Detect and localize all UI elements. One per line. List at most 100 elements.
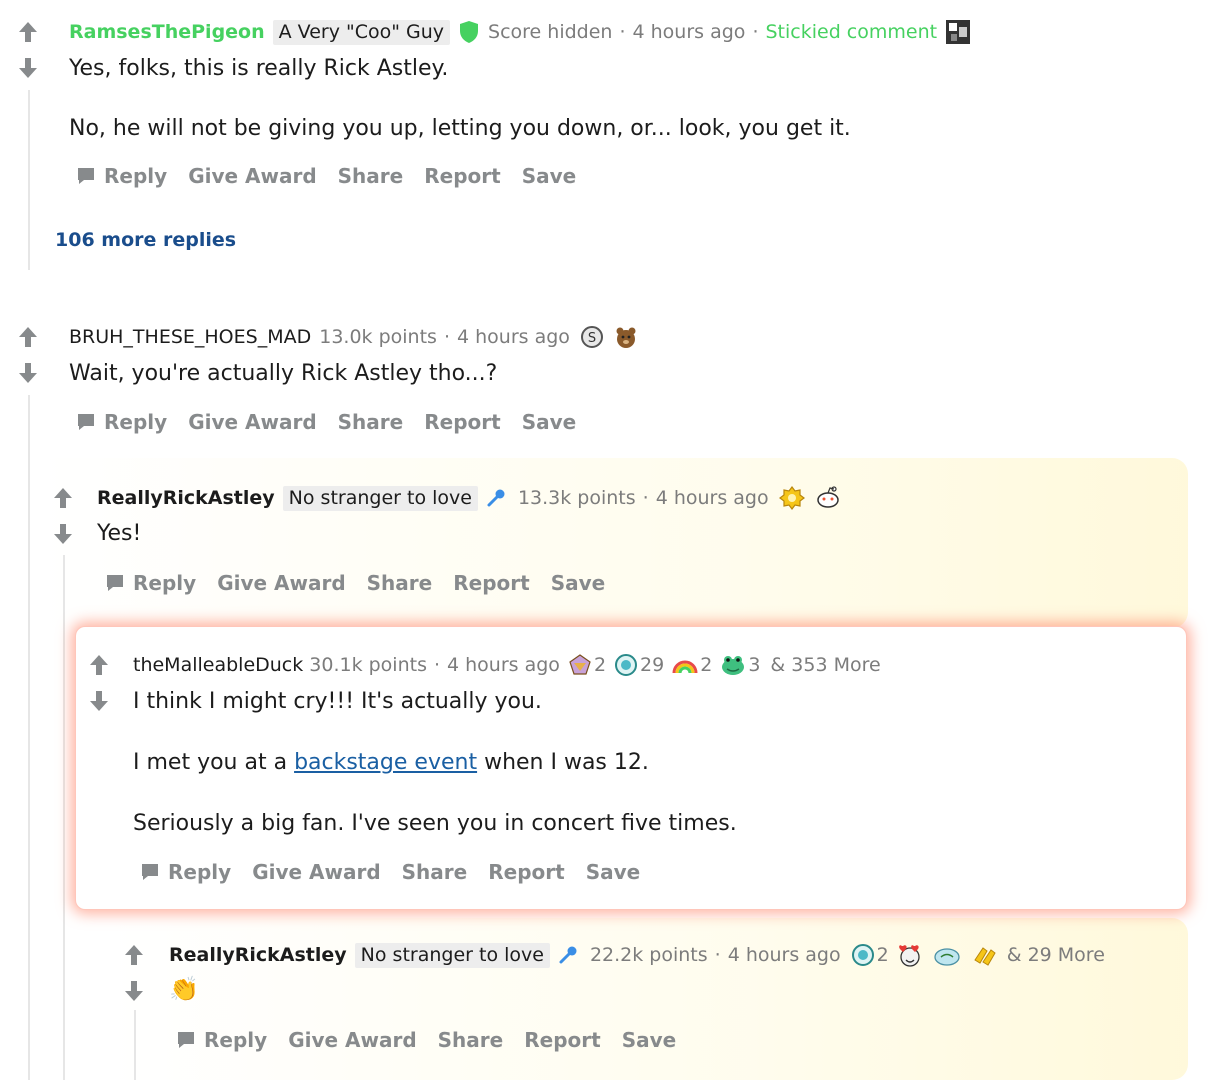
chat-bubble-icon xyxy=(78,168,94,184)
score: 30.1k points xyxy=(309,654,427,676)
save-button[interactable]: Save xyxy=(586,860,641,884)
give-award-button[interactable]: Give Award xyxy=(188,410,316,434)
username[interactable]: BRUH_THESE_HOES_MAD xyxy=(69,326,311,348)
score: 13.0k points xyxy=(319,326,437,348)
save-button[interactable]: Save xyxy=(551,571,606,595)
share-button[interactable]: Share xyxy=(402,860,468,884)
report-button[interactable]: Report xyxy=(424,164,500,188)
share-button[interactable]: Share xyxy=(338,410,404,434)
bear-award-icon[interactable] xyxy=(614,325,638,349)
helpful-award-icon[interactable] xyxy=(568,653,592,677)
microphone-icon xyxy=(559,946,577,964)
username[interactable]: RamsesThePigeon xyxy=(69,21,265,43)
reply-button[interactable]: Reply xyxy=(140,860,231,884)
timestamp[interactable]: 4 hours ago xyxy=(457,326,570,348)
thread-line-1[interactable] xyxy=(28,90,30,270)
microphone-icon xyxy=(487,489,505,507)
downvote-arrow-icon[interactable] xyxy=(89,690,109,712)
gold-award-icon[interactable] xyxy=(778,485,805,511)
chat-bubble-icon xyxy=(178,1032,194,1048)
body-text-segment: I met you at a xyxy=(133,750,295,775)
separator: · xyxy=(433,654,441,676)
chat-bubble-icon xyxy=(78,414,94,430)
comment-meta: ReallyRickAstley No stranger to love 22.… xyxy=(169,941,1105,969)
award-count: 2 xyxy=(593,654,607,676)
score: 22.2k points xyxy=(589,944,708,966)
svg-text:S: S xyxy=(588,331,596,346)
mod-shield-icon xyxy=(460,21,479,43)
user-flair: A Very "Coo" Guy xyxy=(272,19,451,45)
platinum-award-icon[interactable] xyxy=(614,653,638,677)
reply-button[interactable]: Reply xyxy=(176,1028,267,1052)
comment-meta: ReallyRickAstley No stranger to love 13.… xyxy=(97,484,841,512)
reply-button[interactable]: Reply xyxy=(105,571,196,595)
heart-eyes-award-icon[interactable] xyxy=(897,942,923,968)
cloud-award-icon[interactable] xyxy=(933,943,961,967)
downvote-arrow-icon[interactable] xyxy=(124,980,144,1002)
comment-actions: Reply Give Award Share Report Save xyxy=(76,164,597,188)
username[interactable]: ReallyRickAstley xyxy=(169,944,347,966)
timestamp[interactable]: 4 hours ago xyxy=(656,487,769,509)
report-button[interactable]: Report xyxy=(424,410,500,434)
upvote-arrow-icon[interactable] xyxy=(124,944,144,966)
award-icon[interactable] xyxy=(945,19,971,45)
share-button[interactable]: Share xyxy=(338,164,404,188)
report-button[interactable]: Report xyxy=(488,860,564,884)
clapping-emoji: 👏 xyxy=(169,975,199,1003)
comment-meta: BRUH_THESE_HOES_MAD 13.0k points · 4 hou… xyxy=(69,323,638,351)
share-button[interactable]: Share xyxy=(367,571,433,595)
comment-meta: RamsesThePigeon A Very "Coo" Guy Score h… xyxy=(69,18,971,46)
give-award-button[interactable]: Give Award xyxy=(188,164,316,188)
thread-line-3[interactable] xyxy=(63,555,65,1080)
give-award-button[interactable]: Give Award xyxy=(252,860,380,884)
comment-actions: Reply Give Award Share Report Save xyxy=(176,1028,697,1052)
upvote-arrow-icon[interactable] xyxy=(53,487,73,509)
timestamp[interactable]: 4 hours ago xyxy=(633,21,746,43)
reply-button[interactable]: Reply xyxy=(76,410,167,434)
give-award-button[interactable]: Give Award xyxy=(217,571,345,595)
separator: · xyxy=(752,21,759,43)
upvote-arrow-icon[interactable] xyxy=(18,21,38,43)
save-button[interactable]: Save xyxy=(522,164,577,188)
frog-award-icon[interactable] xyxy=(720,653,746,677)
comment-actions: Reply Give Award Share Report Save xyxy=(76,410,597,434)
comment-actions: Reply Give Award Share Report Save xyxy=(140,860,661,884)
more-replies-link[interactable]: 106 more replies xyxy=(55,229,236,251)
more-awards-link[interactable]: & 353 More xyxy=(770,654,880,676)
comment-body: Wait, you're actually Rick Astley tho...… xyxy=(69,361,498,386)
more-awards-link[interactable]: & 29 More xyxy=(1007,944,1105,966)
downvote-arrow-icon[interactable] xyxy=(18,57,38,79)
comment-body: I met you at a backstage event when I wa… xyxy=(133,750,649,775)
upvote-arrow-icon[interactable] xyxy=(89,654,109,676)
reply-button[interactable]: Reply xyxy=(76,164,167,188)
timestamp[interactable]: 4 hours ago xyxy=(447,654,560,676)
award-count: 2 xyxy=(700,654,713,676)
report-button[interactable]: Report xyxy=(453,571,529,595)
snoo-award-icon[interactable] xyxy=(815,485,841,511)
platinum-award-icon[interactable] xyxy=(851,943,875,967)
comment-body: Seriously a big fan. I've seen you in co… xyxy=(133,811,737,836)
stickied-label: Stickied comment xyxy=(765,21,938,43)
report-button[interactable]: Report xyxy=(524,1028,600,1052)
username[interactable]: ReallyRickAstley xyxy=(97,487,275,509)
save-button[interactable]: Save xyxy=(622,1028,677,1052)
comment-body: Yes, folks, this is really Rick Astley. xyxy=(69,56,449,81)
silver-coin-award-icon[interactable]: S xyxy=(580,325,604,349)
comment-body: I think I might cry!!! It's actually you… xyxy=(133,689,542,714)
give-award-button[interactable]: Give Award xyxy=(288,1028,416,1052)
rainbow-award-icon[interactable] xyxy=(672,653,698,677)
downvote-arrow-icon[interactable] xyxy=(53,523,73,545)
upvote-arrow-icon[interactable] xyxy=(18,326,38,348)
downvote-arrow-icon[interactable] xyxy=(18,362,38,384)
thread-line-2[interactable] xyxy=(28,395,30,1080)
score: 13.3k points xyxy=(517,487,636,509)
body-text-segment: when I was 12. xyxy=(477,750,649,775)
save-button[interactable]: Save xyxy=(522,410,577,434)
separator: · xyxy=(619,21,626,43)
praise-award-icon[interactable] xyxy=(971,942,997,968)
username[interactable]: theMalleableDuck xyxy=(133,654,303,676)
share-button[interactable]: Share xyxy=(438,1028,504,1052)
backstage-event-link[interactable]: backstage event xyxy=(294,750,477,775)
chat-bubble-icon xyxy=(142,864,158,880)
timestamp[interactable]: 4 hours ago xyxy=(728,944,841,966)
